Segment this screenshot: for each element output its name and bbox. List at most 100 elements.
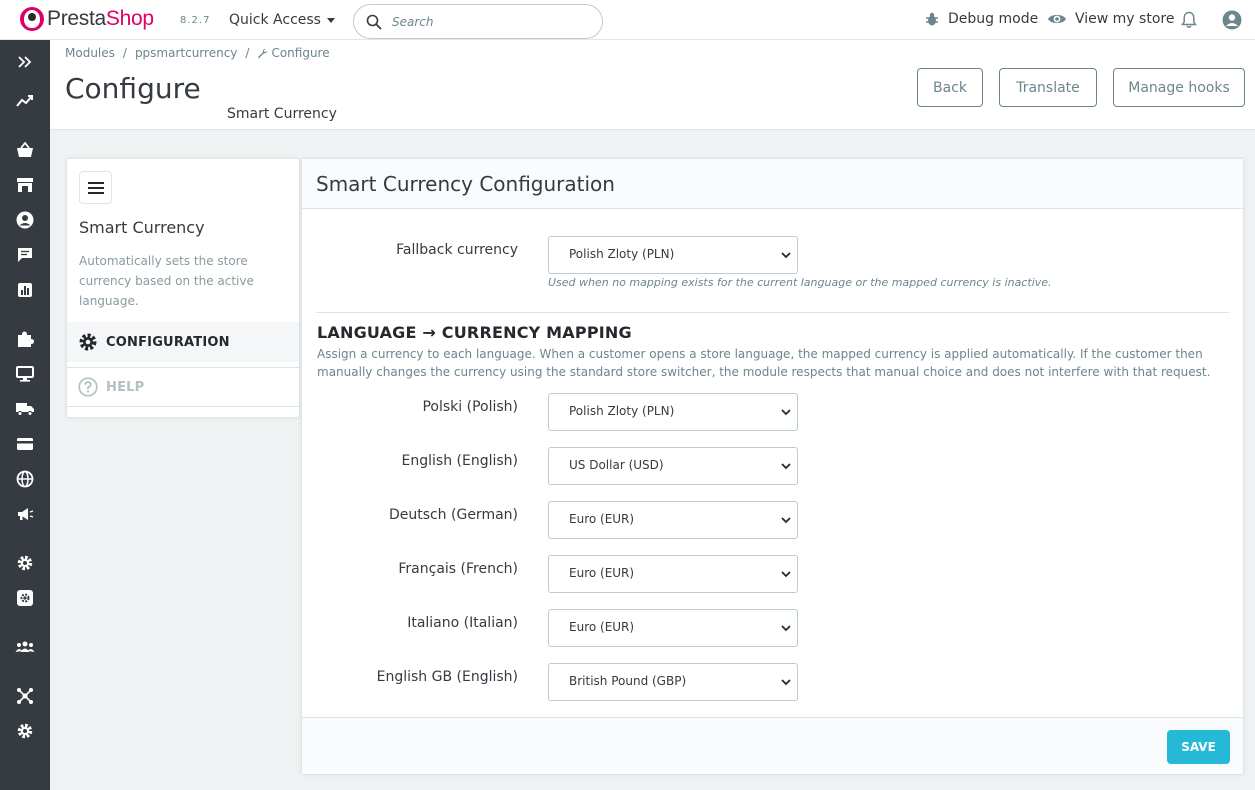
version-label: 8.2.7: [180, 15, 211, 26]
mapping-currency-value: Euro (EUR): [569, 620, 635, 634]
sidebar: [0, 40, 50, 790]
quick-access-dropdown[interactable]: Quick Access: [229, 12, 335, 28]
mapping-currency-value: US Dollar (USD): [569, 458, 664, 472]
tab-configuration[interactable]: CONFIGURATION: [67, 322, 299, 362]
mapping-language-label: Italiano (Italian): [407, 615, 518, 631]
configure-icon[interactable]: [15, 721, 35, 741]
mapping-language-label: Polski (Polish): [422, 399, 518, 415]
bug-icon: [926, 12, 938, 26]
modules-icon[interactable]: [15, 329, 35, 349]
chevron-down-icon: [781, 517, 791, 524]
shipping-icon[interactable]: [15, 399, 35, 419]
hamburger-icon: [87, 181, 104, 194]
international-icon[interactable]: [15, 469, 35, 489]
view-store-link[interactable]: View my store: [1047, 11, 1174, 27]
mapping-currency-select[interactable]: Euro (EUR): [548, 609, 798, 647]
advanced-icon[interactable]: [15, 588, 35, 608]
manage-hooks-button[interactable]: Manage hooks: [1113, 68, 1245, 107]
view-store-label: View my store: [1075, 11, 1175, 27]
module-info-panel: Smart Currency Automatically sets the st…: [66, 158, 300, 418]
fallback-currency-select[interactable]: Polish Zloty (PLN): [548, 236, 798, 274]
fallback-help-text: Used when no mapping exists for the curr…: [548, 276, 1052, 289]
search-input[interactable]: [392, 12, 592, 32]
marketing-icon[interactable]: [15, 504, 35, 524]
stats-icon[interactable]: [15, 280, 35, 300]
chevron-down-icon: [781, 571, 791, 578]
mapping-language-label: English GB (English): [376, 669, 518, 685]
network-icon[interactable]: [15, 686, 35, 706]
page-title: Configure: [65, 72, 201, 105]
mapping-language-label: English (English): [401, 453, 518, 469]
panel-footer: SAVE: [302, 717, 1243, 774]
section-divider: [316, 312, 1229, 313]
chevron-down-icon: [326, 17, 335, 23]
mapping-currency-value: Euro (EUR): [569, 566, 635, 580]
mapping-currency-select[interactable]: Euro (EUR): [548, 501, 798, 539]
configuration-panel: Smart Currency Configuration Fallback cu…: [301, 158, 1244, 775]
breadcrumb-separator: /: [245, 46, 250, 60]
mapping-section-description: Assign a currency to each language. When…: [317, 347, 1211, 379]
debug-mode-label: Debug mode: [948, 11, 1039, 27]
notifications-button[interactable]: [1181, 11, 1197, 33]
logo-text-main: Presta: [47, 7, 106, 30]
mapping-currency-value: Euro (EUR): [569, 512, 635, 526]
page-header: Modules / ppsmartcurrency / Configure Co…: [50, 40, 1255, 130]
expand-icon[interactable]: [15, 52, 35, 72]
breadcrumb-separator: /: [122, 46, 127, 60]
chevron-down-icon: [781, 625, 791, 632]
debug-mode-link[interactable]: Debug mode: [924, 11, 1038, 27]
page-subtitle: Smart Currency: [227, 106, 337, 122]
user-circle-icon: [1222, 10, 1242, 30]
fallback-currency-value: Polish Zloty (PLN): [569, 247, 675, 261]
wrench-icon: [258, 48, 268, 58]
prestashop-logo[interactable]: PrestaShop: [20, 7, 154, 31]
payment-icon[interactable]: [15, 434, 35, 454]
team-icon[interactable]: [15, 637, 35, 657]
back-button[interactable]: Back: [917, 68, 983, 107]
tab-help-label: HELP: [106, 379, 145, 395]
panel-header: Smart Currency Configuration: [302, 159, 1243, 209]
mapping-currency-value: British Pound (GBP): [569, 674, 687, 688]
account-button[interactable]: [1222, 10, 1242, 34]
top-header: PrestaShop 8.2.7 Quick Access Debug mode…: [0, 0, 1255, 40]
customers-icon[interactable]: [15, 210, 35, 230]
chevron-down-icon: [781, 252, 791, 259]
panel-title: Smart Currency Configuration: [316, 172, 615, 196]
mapping-currency-select[interactable]: US Dollar (USD): [548, 447, 798, 485]
breadcrumb-configure: Configure: [271, 46, 330, 60]
quick-access-label: Quick Access: [229, 12, 321, 28]
breadcrumb: Modules / ppsmartcurrency / Configure: [65, 46, 330, 60]
design-icon[interactable]: [15, 364, 35, 384]
mapping-currency-value: Polish Zloty (PLN): [569, 404, 675, 418]
help-circle-icon: [78, 377, 98, 397]
mapping-currency-select[interactable]: Polish Zloty (PLN): [548, 393, 798, 431]
messages-icon[interactable]: [15, 245, 35, 265]
chevron-down-icon: [781, 679, 791, 686]
mapping-language-label: Français (French): [398, 561, 518, 577]
tab-configuration-label: CONFIGURATION: [106, 334, 230, 350]
save-button[interactable]: SAVE: [1167, 730, 1230, 764]
mapping-currency-select[interactable]: Euro (EUR): [548, 555, 798, 593]
mapping-currency-select[interactable]: British Pound (GBP): [548, 663, 798, 701]
chevron-down-icon: [781, 463, 791, 470]
gear-icon: [79, 333, 97, 351]
module-name: Smart Currency: [79, 218, 205, 237]
mapping-language-label: Deutsch (German): [388, 507, 518, 523]
search-box[interactable]: [353, 4, 603, 39]
breadcrumb-module[interactable]: ppsmartcurrency: [135, 46, 237, 60]
orders-icon[interactable]: [15, 140, 35, 160]
search-icon: [366, 14, 382, 30]
logo-text-accent: Shop: [105, 7, 154, 30]
chevron-down-icon: [781, 409, 791, 416]
fallback-currency-label: Fallback currency: [396, 242, 518, 258]
catalog-icon[interactable]: [15, 175, 35, 195]
translate-button[interactable]: Translate: [999, 68, 1097, 107]
bell-icon: [1181, 11, 1197, 28]
logo-puffin-icon: [20, 7, 44, 31]
menu-toggle-button[interactable]: [79, 171, 112, 204]
tab-help[interactable]: HELP: [67, 367, 299, 407]
eye-icon: [1048, 14, 1066, 24]
settings-icon[interactable]: [15, 553, 35, 573]
dashboard-icon[interactable]: [15, 91, 35, 111]
breadcrumb-modules[interactable]: Modules: [65, 46, 115, 60]
